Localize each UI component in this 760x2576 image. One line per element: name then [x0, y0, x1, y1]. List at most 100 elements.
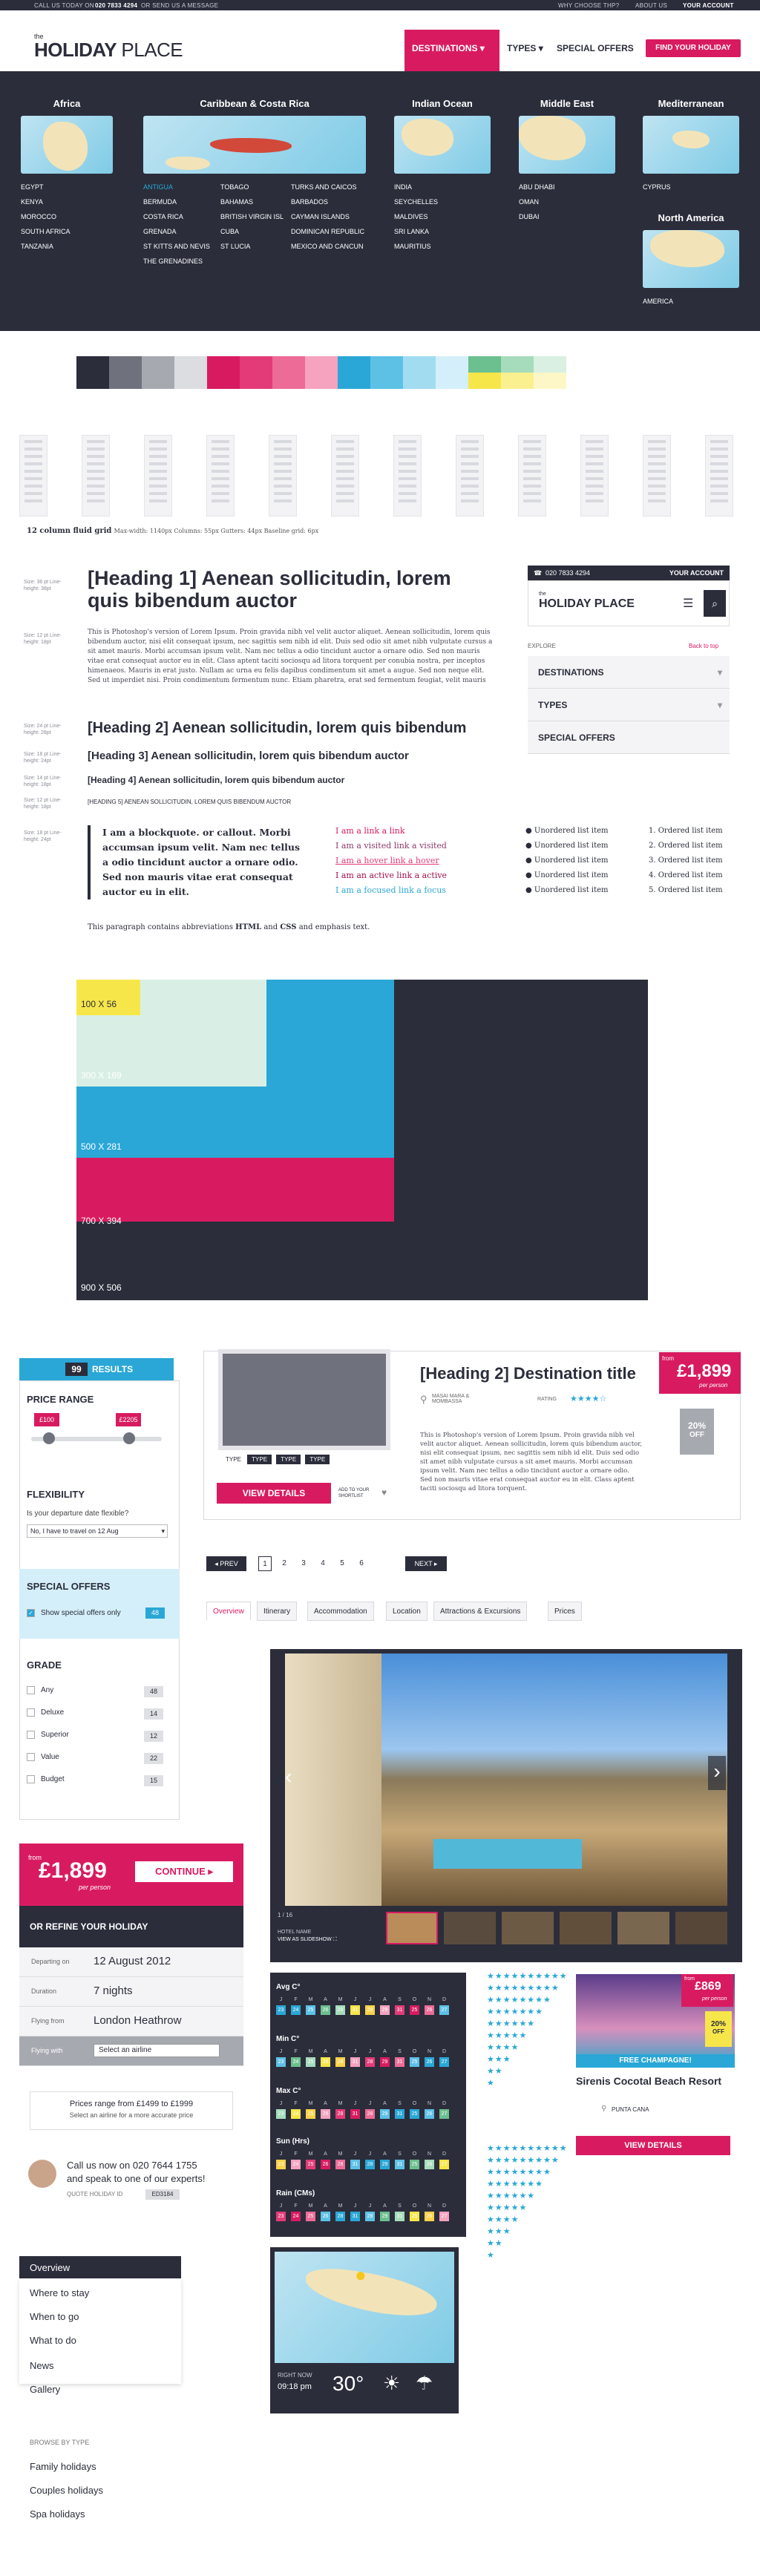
booking-row-value[interactable]: 7 nights	[94, 1985, 133, 1997]
result-image[interactable]	[218, 1349, 390, 1450]
region-title-north-america[interactable]: North America	[643, 212, 739, 223]
menu-item[interactable]: CAYMAN ISLANDS	[291, 209, 364, 224]
heart-icon[interactable]: ♥	[381, 1487, 387, 1498]
page-5[interactable]: 5	[335, 1556, 349, 1571]
menu-item[interactable]: TURKS AND CAICOS	[291, 180, 364, 194]
menu-item[interactable]: GRENADA	[143, 224, 210, 239]
tab-accommodation[interactable]: Accommodation	[307, 1602, 374, 1621]
menu-item[interactable]: MAURITIUS	[394, 239, 438, 254]
menu-item[interactable]: BARBADOS	[291, 194, 364, 209]
booking-row[interactable]: Flying with Select an airline	[19, 2036, 243, 2066]
mobile-nav-destinations[interactable]: DESTINATIONS ▾	[528, 656, 730, 689]
hamburger-icon[interactable]: ☰	[683, 596, 693, 611]
menu-item[interactable]: SEYCHELLES	[394, 194, 438, 209]
top-phone[interactable]: 020 7833 4294	[95, 2, 137, 9]
sidebar-item-what-to-do[interactable]: What to do	[30, 2335, 76, 2346]
indian-ocean-map[interactable]	[394, 116, 491, 174]
menu-item[interactable]: OMAN	[519, 194, 555, 209]
result-view-details-button[interactable]: VIEW DETAILS	[217, 1483, 331, 1504]
gallery-thumbnail[interactable]	[444, 1912, 496, 1944]
link-hover[interactable]: I am a hover link a hover	[335, 853, 447, 868]
page-3[interactable]: 3	[297, 1556, 310, 1571]
prev-button[interactable]: ◂ PREV	[206, 1556, 246, 1571]
checkbox-checked-icon[interactable]: ✓	[27, 1609, 35, 1617]
type-tag[interactable]: TYPE	[247, 1455, 272, 1464]
mobile-phone[interactable]: 020 7833 4294	[546, 566, 590, 580]
menu-item[interactable]: MOROCCO	[21, 209, 71, 224]
grade-row[interactable]: Budget 15	[27, 1775, 172, 1787]
menu-item[interactable]: DUBAI	[519, 209, 555, 224]
nav-special-offers[interactable]: SPECIAL OFFERS	[557, 43, 634, 53]
region-title-middle-east[interactable]: Middle East	[519, 98, 615, 109]
menu-item[interactable]: ST LUCIA	[220, 239, 284, 254]
nav-types[interactable]: TYPES ▾	[507, 43, 543, 53]
menu-item[interactable]: TOBAGO	[220, 180, 284, 194]
price-slider-max-handle[interactable]	[123, 1432, 135, 1444]
menu-item[interactable]: ABU DHABI	[519, 180, 555, 194]
gallery-thumbnail[interactable]	[618, 1912, 669, 1944]
page-1[interactable]: 1	[258, 1556, 272, 1571]
link-active[interactable]: I am an active link a active	[335, 868, 447, 883]
africa-map[interactable]	[21, 116, 113, 174]
booking-row[interactable]: Duration 7 nights	[19, 1977, 243, 2007]
menu-item[interactable]: CUBA	[220, 224, 284, 239]
flexibility-select[interactable]: No, I have to travel on 12 Aug ▾	[27, 1524, 168, 1538]
account-link[interactable]: YOUR ACCOUNT	[683, 2, 734, 9]
gallery-main-image[interactable]	[285, 1654, 727, 1906]
booking-row-value[interactable]: London Heathrow	[94, 2014, 181, 2027]
grade-row[interactable]: Value 22	[27, 1753, 172, 1765]
menu-item[interactable]: DOMINICAN REPUBLIC	[291, 224, 364, 239]
region-title-caribbean[interactable]: Caribbean & Costa Rica	[143, 98, 366, 109]
back-to-top-link[interactable]: Back to top	[689, 643, 718, 649]
menu-item[interactable]: SRI LANKA	[394, 224, 438, 239]
menu-item[interactable]: ST KITTS AND NEVIS	[143, 239, 210, 254]
tab-overview[interactable]: Overview	[206, 1602, 251, 1621]
gallery-slideshow-link[interactable]: VIEW AS SLIDESHOW ⛶	[278, 1937, 337, 1943]
middle-east-map[interactable]	[519, 116, 615, 174]
sidebar-item-news[interactable]: News	[30, 2360, 54, 2371]
checkbox-icon[interactable]	[27, 1708, 35, 1717]
booking-row-value[interactable]: 12 August 2012	[94, 1955, 171, 1967]
send-message-link[interactable]: OR SEND US A MESSAGE	[141, 2, 218, 9]
sidebar-type-spa[interactable]: Spa holidays	[30, 2508, 85, 2520]
menu-item[interactable]: MALDIVES	[394, 209, 438, 224]
sidebar-item-where-to-stay[interactable]: Where to stay	[30, 2287, 89, 2298]
page-6[interactable]: 6	[355, 1556, 368, 1571]
page-4[interactable]: 4	[316, 1556, 330, 1571]
gallery-thumbnail[interactable]	[502, 1912, 554, 1944]
menu-item[interactable]: BERMUDA	[143, 194, 210, 209]
result-title[interactable]: [Heading 2] Destination title	[420, 1364, 636, 1383]
grade-row[interactable]: Superior 12	[27, 1731, 172, 1743]
booking-row-value[interactable]: Select an airline	[94, 2044, 220, 2057]
mobile-nav-types[interactable]: TYPES ▾	[528, 689, 730, 721]
mobile-account[interactable]: YOUR ACCOUNT	[669, 566, 724, 580]
checkbox-icon[interactable]	[27, 1753, 35, 1761]
gallery-next-arrow-icon[interactable]: ›	[708, 1756, 726, 1790]
region-title-africa[interactable]: Africa	[21, 98, 113, 109]
booking-row[interactable]: Flying from London Heathrow	[19, 2007, 243, 2036]
checkbox-icon[interactable]	[27, 1731, 35, 1739]
sidebar-type-family[interactable]: Family holidays	[30, 2461, 96, 2472]
menu-item[interactable]: COSTA RICA	[143, 209, 210, 224]
why-choose-link[interactable]: WHY CHOOSE THP?	[558, 2, 619, 9]
tab-attractions[interactable]: Attractions & Excursions	[433, 1602, 528, 1621]
about-link[interactable]: ABOUT US	[635, 2, 667, 9]
price-slider-min-handle[interactable]	[43, 1432, 55, 1444]
menu-item[interactable]: MEXICO AND CANCUN	[291, 239, 364, 254]
grade-row[interactable]: Deluxe 14	[27, 1708, 172, 1720]
find-holiday-button[interactable]: FIND YOUR HOLIDAY	[646, 39, 741, 57]
gallery-thumbnail[interactable]	[560, 1912, 612, 1944]
type-tag[interactable]: TYPE	[276, 1455, 301, 1464]
booking-row[interactable]: Departing on 12 August 2012	[19, 1947, 243, 1977]
menu-item[interactable]: SOUTH AFRICA	[21, 224, 71, 239]
hotel-name[interactable]: Sirenis Cocotal Beach Resort	[576, 2075, 721, 2087]
next-button[interactable]: NEXT ▸	[405, 1556, 447, 1571]
menu-item[interactable]: KENYA	[21, 194, 71, 209]
tab-itinerary[interactable]: Itinerary	[257, 1602, 298, 1621]
link-default[interactable]: I am a link a link	[335, 824, 447, 839]
logo[interactable]: HOLIDAY PLACE	[34, 39, 183, 62]
caribbean-map[interactable]	[143, 116, 366, 174]
gallery-thumbnail[interactable]	[675, 1912, 727, 1944]
checkbox-icon[interactable]	[27, 1686, 35, 1694]
tab-location[interactable]: Location	[386, 1602, 428, 1621]
